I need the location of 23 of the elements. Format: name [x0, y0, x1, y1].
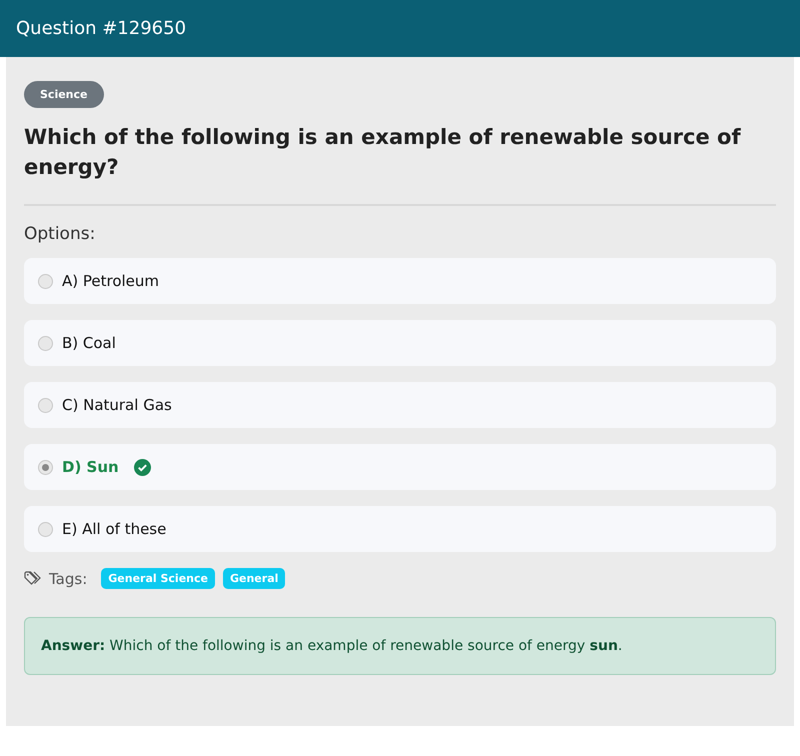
radio-button[interactable]	[38, 398, 53, 412]
question-text: Which of the following is an example of renewable source of energy?	[24, 124, 742, 181]
option-label: A) Petroleum	[62, 272, 160, 290]
radio-button[interactable]	[38, 460, 53, 474]
option-label: B) Coal	[62, 334, 116, 352]
category-badge: Science	[24, 81, 104, 108]
answer-text: Answer: Which of the following is an example of renewable source of energy sun.	[41, 638, 622, 654]
option-row[interactable]: D) Sun	[24, 444, 776, 490]
question-title: Question #129650	[16, 18, 186, 39]
option-row[interactable]: E) All of these	[24, 506, 776, 552]
tags-label: Tags:	[49, 570, 88, 588]
options-label: Options:	[24, 224, 96, 244]
option-row[interactable]: B) Coal	[24, 320, 776, 366]
option-row[interactable]: C) Natural Gas	[24, 382, 776, 428]
radio-button[interactable]	[38, 274, 53, 288]
option-row[interactable]: A) Petroleum	[24, 258, 776, 304]
option-label: E) All of these	[62, 520, 166, 538]
tags-icon	[24, 571, 41, 586]
check-circle-icon	[134, 458, 151, 476]
radio-button[interactable]	[38, 522, 53, 536]
option-label: D) Sun	[62, 458, 119, 476]
radio-button[interactable]	[38, 336, 53, 350]
option-label: C) Natural Gas	[62, 396, 172, 414]
